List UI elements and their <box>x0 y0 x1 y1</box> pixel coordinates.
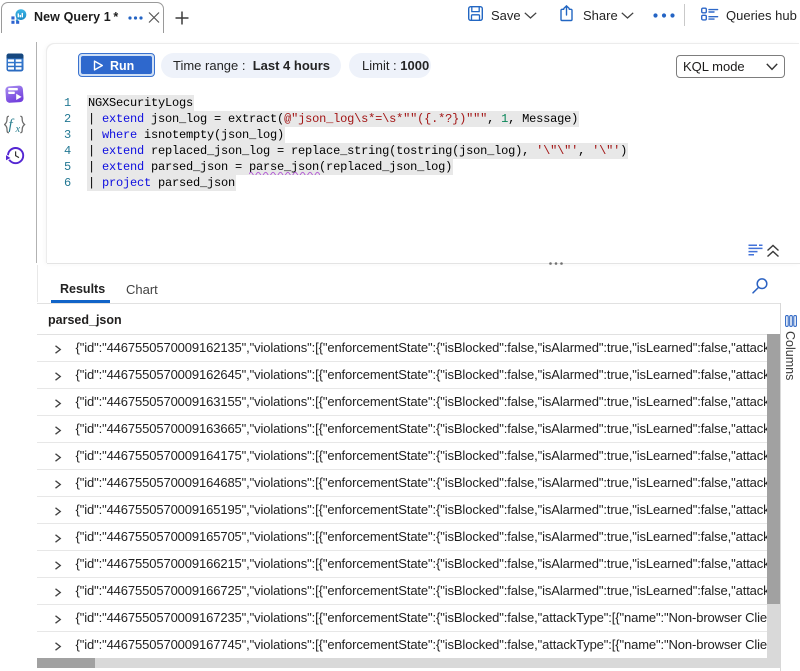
svg-text:x: x <box>15 124 21 134</box>
svg-text:f: f <box>9 117 15 133</box>
